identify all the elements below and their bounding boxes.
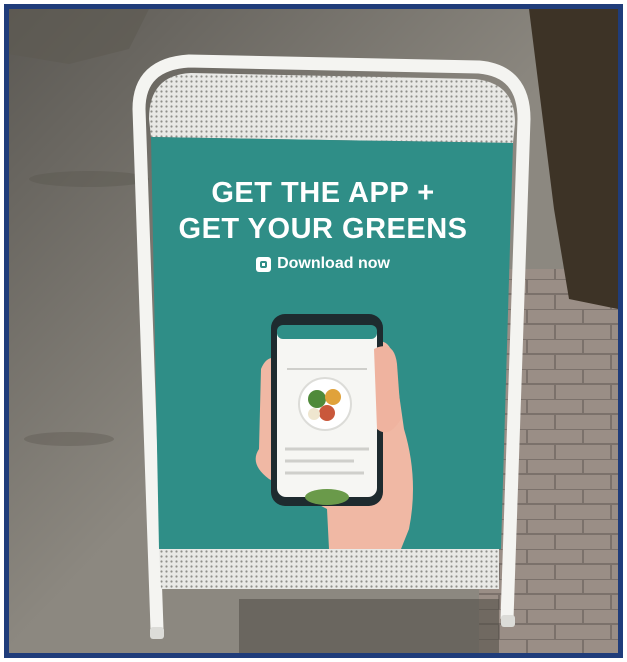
headline-line-1: GET THE APP + (211, 177, 435, 209)
download-cta: Download now (149, 255, 497, 273)
app-icon (256, 256, 272, 272)
sign-shadow (239, 599, 499, 653)
photo-frame: GET THE APP + GET YOUR GREENS Download n… (4, 4, 623, 658)
perforated-top (149, 73, 515, 143)
perforated-bottom (159, 549, 499, 589)
headline-line-2: GET YOUR GREENS (178, 213, 468, 245)
street-scene (9, 9, 618, 653)
salad-bowl (298, 377, 352, 431)
download-label: Download now (277, 255, 390, 272)
